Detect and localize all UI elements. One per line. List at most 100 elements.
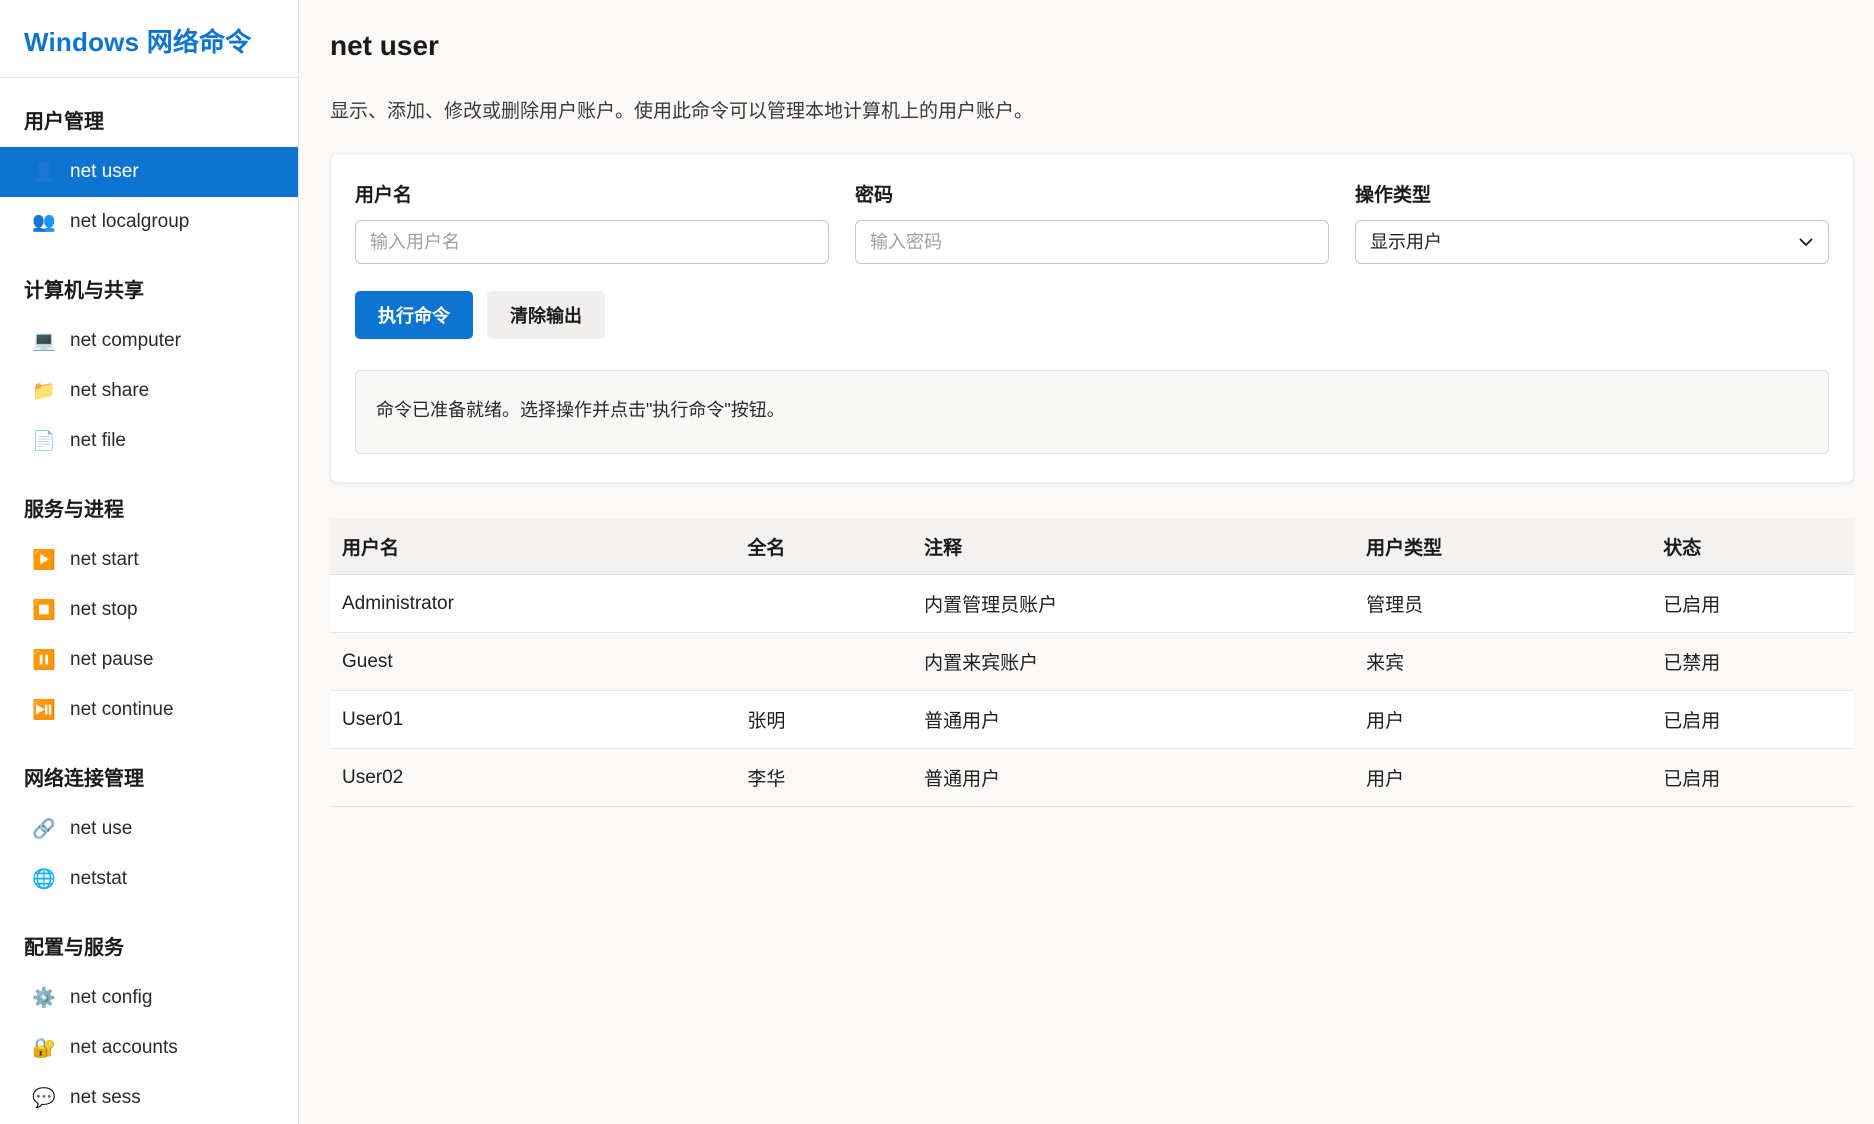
password-input[interactable]: [855, 220, 1329, 264]
sidebar-item-label: net config: [70, 987, 153, 1008]
cell-comment: 内置管理员账户: [912, 574, 1355, 633]
sidebar-item-net-config[interactable]: ⚙️ net config: [0, 973, 298, 1023]
action-type-select[interactable]: 显示用户: [1355, 220, 1829, 264]
pause-icon: ⏸️: [32, 648, 56, 671]
sidebar-section-config-services: 配置与服务 ⚙️ net config 🔐 net accounts 💬 net…: [0, 904, 298, 1124]
button-row: 执行命令 清除输出: [355, 291, 1829, 339]
sidebar-item-net-sess[interactable]: 💬 net sess: [0, 1073, 298, 1123]
col-header-username: 用户名: [330, 519, 736, 575]
sidebar-item-label: net sess: [70, 1087, 141, 1108]
cell-fullname: 李华: [735, 748, 913, 807]
cell-fullname: [735, 574, 913, 633]
users-icon: 👥: [32, 210, 56, 233]
command-form-card: 用户名 密码 操作类型 显示用户: [330, 153, 1854, 483]
sidebar-header: Windows 网络命令: [0, 0, 298, 78]
sidebar-section-user-management: 用户管理 👤 net user 👥 net localgroup: [0, 78, 298, 247]
section-title: 网络连接管理: [24, 768, 144, 790]
sidebar-item-net-use[interactable]: 🔗 net use: [0, 804, 298, 854]
sidebar-item-net-localgroup[interactable]: 👥 net localgroup: [0, 197, 298, 247]
cell-status: 已启用: [1651, 748, 1854, 807]
command-output-box: 命令已准备就绪。选择操作并点击"执行命令"按钮。: [355, 370, 1829, 454]
sidebar-item-net-user[interactable]: 👤 net user: [0, 147, 298, 197]
sidebar-item-label: net start: [70, 549, 139, 570]
stop-icon: ⏹️: [32, 598, 56, 621]
sidebar-item-label: net share: [70, 380, 150, 401]
sidebar-item-label: net localgroup: [70, 211, 190, 232]
cell-comment: 普通用户: [912, 690, 1355, 749]
section-title: 用户管理: [24, 111, 104, 133]
table-row: User01 张明 普通用户 用户 已启用: [330, 690, 1854, 749]
gear-icon: ⚙️: [32, 986, 56, 1009]
sidebar-item-net-computer[interactable]: 💻 net computer: [0, 316, 298, 366]
app-title: Windows 网络命令: [24, 27, 252, 57]
clear-output-button[interactable]: 清除输出: [487, 291, 605, 339]
username-label: 用户名: [355, 185, 413, 206]
sidebar-item-label: net stop: [70, 599, 138, 620]
cell-status: 已启用: [1651, 574, 1854, 633]
form-row: 用户名 密码 操作类型 显示用户: [355, 180, 1829, 264]
sidebar-item-net-start[interactable]: ▶️ net start: [0, 535, 298, 585]
page-title: net user: [330, 30, 439, 61]
sidebar-item-label: net accounts: [70, 1037, 178, 1058]
play-icon: ▶️: [32, 548, 56, 571]
section-title: 服务与进程: [24, 499, 124, 521]
cell-username: User02: [330, 748, 736, 807]
user-icon: 👤: [32, 160, 56, 183]
password-field-group: 密码: [855, 180, 1329, 264]
page-description: 显示、添加、修改或删除用户账户。使用此命令可以管理本地计算机上的用户账户。: [330, 101, 1034, 122]
sidebar-item-label: net file: [70, 430, 126, 451]
lock-icon: 🔐: [32, 1036, 56, 1059]
file-icon: 📄: [32, 429, 56, 452]
col-header-status: 状态: [1651, 519, 1854, 575]
cell-fullname: 张明: [735, 690, 913, 749]
user-table: 用户名 全名 注释 用户类型 状态 Administrator 内置管理员账户 …: [330, 519, 1854, 807]
action-type-field-group: 操作类型 显示用户: [1355, 180, 1829, 264]
cell-user-type: 用户: [1354, 748, 1652, 807]
sidebar-item-net-pause[interactable]: ⏸️ net pause: [0, 635, 298, 685]
globe-icon: 🌐: [32, 867, 56, 890]
sidebar-item-netstat[interactable]: 🌐 netstat: [0, 854, 298, 904]
sidebar: Windows 网络命令 用户管理 👤 net user 👥 net local…: [0, 0, 299, 1124]
username-input[interactable]: [355, 220, 829, 264]
col-header-fullname: 全名: [735, 519, 913, 575]
sidebar-item-label: netstat: [70, 868, 128, 889]
table-row: User02 李华 普通用户 用户 已启用: [330, 748, 1854, 807]
execute-command-button[interactable]: 执行命令: [355, 291, 473, 339]
main-content: net user 显示、添加、修改或删除用户账户。使用此命令可以管理本地计算机上…: [299, 0, 1874, 1124]
action-type-select-wrap: 显示用户: [1355, 220, 1829, 264]
cell-comment: 内置来宾账户: [912, 632, 1355, 691]
sidebar-item-net-accounts[interactable]: 🔐 net accounts: [0, 1023, 298, 1073]
cell-comment: 普通用户: [912, 748, 1355, 807]
cell-status: 已启用: [1651, 690, 1854, 749]
cell-fullname: [735, 632, 913, 691]
sidebar-item-label: net user: [70, 161, 139, 182]
sidebar-item-net-continue[interactable]: ⏯️ net continue: [0, 685, 298, 735]
sidebar-section-services-processes: 服务与进程 ▶️ net start ⏹️ net stop ⏸️ net pa…: [0, 466, 298, 735]
link-icon: 🔗: [32, 817, 56, 840]
sidebar-item-label: net use: [70, 818, 133, 839]
sidebar-item-net-stop[interactable]: ⏹️ net stop: [0, 585, 298, 635]
sidebar-section-computer-sharing: 计算机与共享 💻 net computer 📁 net share 📄 net …: [0, 247, 298, 466]
sidebar-section-network-connections: 网络连接管理 🔗 net use 🌐 netstat: [0, 735, 298, 904]
cell-username: Administrator: [330, 574, 736, 633]
sidebar-item-net-file[interactable]: 📄 net file: [0, 416, 298, 466]
computer-icon: 💻: [32, 329, 56, 352]
play-pause-icon: ⏯️: [32, 698, 56, 721]
password-label: 密码: [855, 185, 894, 206]
col-header-comment: 注释: [912, 519, 1355, 575]
sidebar-item-label: net computer: [70, 330, 181, 351]
table-row: Guest 内置来宾账户 来宾 已禁用: [330, 632, 1854, 691]
sidebar-item-label: net pause: [70, 649, 154, 670]
sidebar-item-net-share[interactable]: 📁 net share: [0, 366, 298, 416]
col-header-user-type: 用户类型: [1354, 519, 1652, 575]
sidebar-item-label: net continue: [70, 699, 174, 720]
cell-user-type: 管理员: [1354, 574, 1652, 633]
speech-bubble-icon: 💬: [32, 1086, 56, 1109]
cell-username: User01: [330, 690, 736, 749]
table-row: Administrator 内置管理员账户 管理员 已启用: [330, 574, 1854, 633]
table-header: 用户名 全名 注释 用户类型 状态: [330, 519, 1854, 575]
section-title: 配置与服务: [24, 937, 124, 959]
cell-username: Guest: [330, 632, 736, 691]
cell-user-type: 用户: [1354, 690, 1652, 749]
section-title: 计算机与共享: [24, 280, 144, 302]
